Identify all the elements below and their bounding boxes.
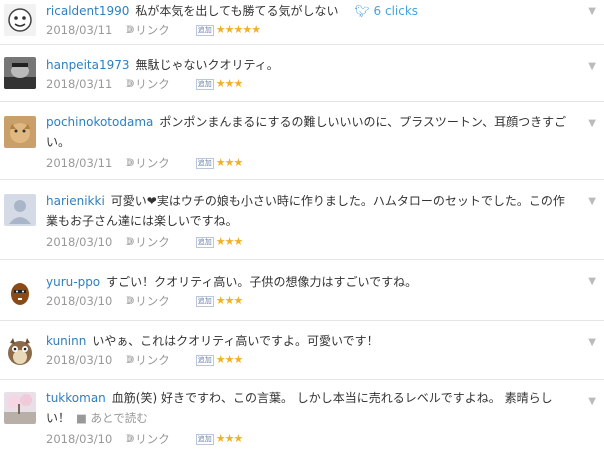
username-link[interactable]: ricaldent1990 (46, 4, 129, 18)
comment-text: 無駄じゃないクオリティ。 (135, 58, 279, 72)
add-star-icon[interactable]: 追加 (195, 295, 214, 307)
avatar[interactable] (4, 116, 36, 148)
chevron-down-icon[interactable]: ▼ (588, 337, 596, 348)
link-button[interactable]: ↇ リンク (126, 233, 169, 251)
list-item: yuru-ppo すごい！クオリティ高い。子供の想像力はすごいですね。 2018/… (0, 260, 604, 321)
read-later-button[interactable]: ■ あとで読む (76, 411, 148, 425)
chevron-down-icon[interactable]: ▼ (588, 276, 596, 287)
star-rating[interactable]: 追加 ★★★★★ (195, 21, 261, 39)
stars: ★★★ (215, 294, 244, 307)
link-button[interactable]: ↇ リンク (126, 351, 169, 369)
add-star-icon[interactable]: 追加 (195, 236, 214, 248)
username-link[interactable]: pochinokotodama (46, 115, 153, 129)
comment-date[interactable]: 2018/03/11 (46, 75, 112, 93)
link-button[interactable]: ↇ リンク (126, 430, 169, 448)
chevron-down-icon[interactable]: ▼ (588, 396, 596, 407)
link-button[interactable]: ↇ リンク (126, 21, 169, 39)
read-later-icon: ■ (76, 411, 87, 425)
link-button[interactable]: ↇ リンク (126, 154, 169, 172)
star-rating[interactable]: 追加 ★★★ (195, 292, 244, 310)
add-star-icon[interactable]: 追加 (195, 433, 214, 445)
stars: ★★★ (215, 77, 244, 90)
comment-text: 私が本気を出しても勝てる気がしない (135, 4, 339, 18)
avatar[interactable] (4, 4, 36, 36)
comment-text: すごい！クオリティ高い。子供の想像力はすごいですね。 (106, 275, 418, 289)
list-item: harienikki 可愛い❤実はウチの娘も小さい時に作りました。ハムタローのセッ… (0, 180, 604, 260)
username-link[interactable]: yuru-ppo (46, 275, 100, 289)
chevron-down-icon[interactable]: ▼ (588, 118, 596, 129)
link-button[interactable]: ↇ リンク (126, 75, 169, 93)
add-star-icon[interactable]: 追加 (195, 354, 214, 366)
chevron-down-icon[interactable]: ▼ (588, 6, 596, 17)
comment-date[interactable]: 2018/03/10 (46, 233, 112, 251)
username-link[interactable]: harienikki (46, 194, 105, 208)
username-link[interactable]: tukkoman (46, 391, 106, 405)
comment-date[interactable]: 2018/03/10 (46, 430, 112, 448)
list-item: tukkoman 血筋(笑) 好きですわ、この言葉。 しかし本当に売れるレベルです… (0, 380, 604, 452)
stars: ★★★ (215, 156, 244, 169)
avatar[interactable] (4, 57, 36, 89)
comment-date[interactable]: 2018/03/10 (46, 351, 112, 369)
comment-date[interactable]: 2018/03/10 (46, 292, 112, 310)
avatar[interactable] (4, 392, 36, 424)
chevron-down-icon[interactable]: ▼ (588, 196, 596, 207)
add-star-icon[interactable]: 追加 (195, 78, 214, 90)
avatar[interactable] (4, 335, 36, 367)
star-rating[interactable]: 追加 ★★★ (195, 233, 244, 251)
twitter-clicks[interactable]: 🐦︎ 6 clicks (354, 4, 418, 18)
add-star-icon[interactable]: 追加 (195, 24, 214, 36)
avatar[interactable] (4, 276, 36, 308)
star-rating[interactable]: 追加 ★★★ (195, 430, 244, 448)
stars: ★★★ (215, 432, 244, 445)
comment-date[interactable]: 2018/03/11 (46, 154, 112, 172)
avatar[interactable] (4, 194, 36, 226)
comment-text: 可愛い❤実はウチの娘も小さい時に作りました。ハムタローのセットでした。この作業も… (46, 194, 565, 228)
comment-text: いやぁ、これはクオリティ高いですよ。可愛いです！ (92, 334, 379, 348)
list-item: pochinokotodama ポンポンまんまるにするの難しいいいのに、プラスツー… (0, 102, 604, 180)
chevron-down-icon[interactable]: ▼ (588, 61, 596, 72)
link-icon: ↇ (126, 353, 135, 366)
link-icon: ↇ (126, 235, 135, 248)
star-rating[interactable]: 追加 ★★★ (195, 75, 244, 93)
link-button[interactable]: ↇ リンク (126, 292, 169, 310)
link-icon: ↇ (126, 294, 135, 307)
link-icon: ↇ (126, 156, 135, 169)
bookmark-comment-list: ricaldent1990 私が本気を出しても勝てる気がしない 🐦︎ 6 click… (0, 0, 604, 452)
stars: ★★★ (215, 235, 244, 248)
link-icon: ↇ (126, 432, 135, 445)
stars: ★★★★★ (215, 23, 261, 36)
stars: ★★★ (215, 353, 244, 366)
list-item: hanpeita1973 無駄じゃないクオリティ。 2018/03/11 ↇ リンク… (0, 45, 604, 102)
comment-date[interactable]: 2018/03/11 (46, 21, 112, 39)
username-link[interactable]: hanpeita1973 (46, 58, 130, 72)
star-rating[interactable]: 追加 ★★★ (195, 154, 244, 172)
username-link[interactable]: kuninn (46, 334, 86, 348)
link-icon: ↇ (126, 77, 135, 90)
link-icon: ↇ (126, 23, 135, 36)
star-rating[interactable]: 追加 ★★★ (195, 351, 244, 369)
list-item: kuninn いやぁ、これはクオリティ高いですよ。可愛いです！ 2018/03/1… (0, 321, 604, 380)
list-item: ricaldent1990 私が本気を出しても勝てる気がしない 🐦︎ 6 click… (0, 0, 604, 45)
add-star-icon[interactable]: 追加 (195, 157, 214, 169)
